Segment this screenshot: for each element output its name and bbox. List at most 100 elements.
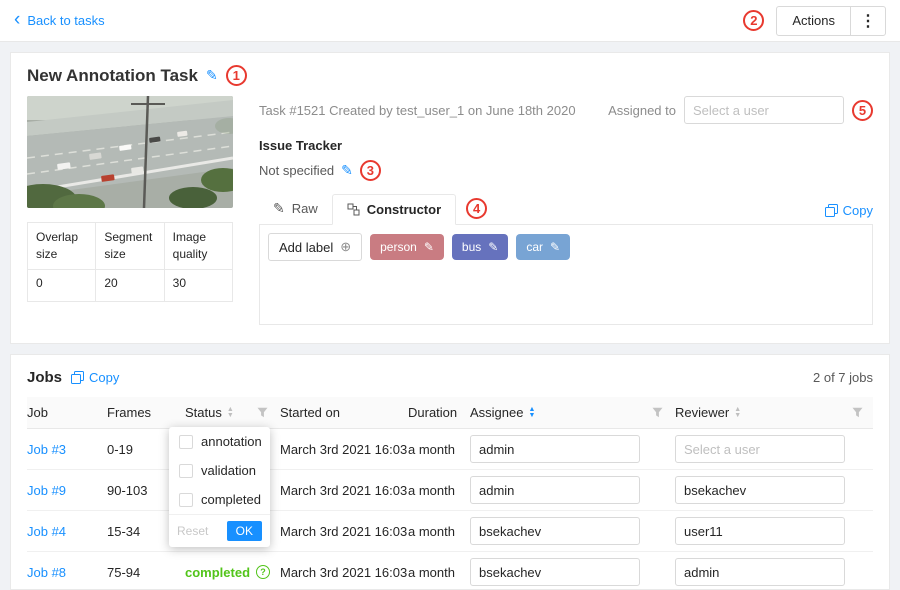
annotation-circle-4: 4 [466, 198, 487, 219]
chevron-left-icon: ‹ [14, 10, 20, 29]
frames-cell: 75-94 [107, 565, 185, 580]
copy-icon [825, 204, 838, 217]
assignee-cell [470, 558, 675, 586]
edit-issue-tracker-icon[interactable]: ✎ [341, 162, 353, 179]
reviewer-input[interactable] [675, 476, 845, 504]
copy-jobs-link[interactable]: Copy [71, 370, 119, 385]
task-thumbnail [27, 96, 233, 208]
assignee-input[interactable] [470, 435, 640, 463]
actions-button[interactable]: Actions ⋮ [776, 6, 886, 36]
assignee-input[interactable] [470, 558, 640, 586]
column-header-frames: Frames [107, 405, 185, 420]
reviewer-input[interactable] [675, 517, 845, 545]
assignee-input[interactable] [470, 476, 640, 504]
task-details-card: New Annotation Task ✎ 1 [10, 52, 890, 344]
column-label: Frames [107, 405, 151, 420]
top-bar: ‹ Back to tasks 2 Actions ⋮ [0, 0, 900, 42]
jobs-title: Jobs [27, 369, 62, 386]
issue-tracker-value: Not specified [259, 163, 334, 178]
assigned-to-label: Assigned to [608, 103, 676, 118]
tab-constructor[interactable]: Constructor [332, 194, 456, 225]
more-menu-icon[interactable]: ⋮ [851, 7, 885, 35]
annotation-circle-3: 3 [360, 160, 381, 181]
started-cell: March 3rd 2021 16:03 [280, 483, 408, 498]
edit-label-icon[interactable]: ✎ [550, 240, 560, 254]
issue-tracker-value-row: Not specified ✎ 3 [259, 160, 873, 181]
assignee-input[interactable] [470, 517, 640, 545]
job-row-8: Job #8 75-94 completed ? March 3rd 2021 … [27, 552, 873, 590]
question-circle-icon[interactable]: ? [256, 565, 270, 579]
status-text: completed [185, 565, 250, 580]
job-row-9: Job #9 90-103 March 3rd 2021 16:03 a mon… [27, 470, 873, 511]
add-label-button[interactable]: Add label ⊕ [268, 233, 362, 261]
filter-option-label: validation [201, 463, 256, 478]
label-chip-person[interactable]: person ✎ [370, 234, 444, 260]
label-chip-car[interactable]: car ✎ [516, 234, 570, 260]
task-meta-text: Task #1521 Created by test_user_1 on Jun… [259, 103, 576, 118]
started-cell: March 3rd 2021 16:03 [280, 442, 408, 457]
column-label: Started on [280, 405, 340, 420]
filter-option-completed[interactable]: completed [169, 485, 270, 514]
column-header-reviewer[interactable]: Reviewer ▲▼ [675, 405, 875, 420]
param-value-overlap: 0 [28, 269, 96, 301]
param-value-quality: 30 [164, 269, 232, 301]
params-value-row: 0 20 30 [28, 269, 233, 301]
filter-icon[interactable] [852, 407, 863, 418]
jobs-card: Jobs Copy 2 of 7 jobs Job Frames [10, 354, 890, 590]
column-header-duration: Duration [408, 405, 470, 420]
column-header-status[interactable]: Status ▲▼ [185, 405, 280, 420]
assignee-cell [470, 517, 675, 545]
back-to-tasks-link[interactable]: ‹ Back to tasks [14, 12, 105, 29]
edit-label-icon[interactable]: ✎ [424, 240, 434, 254]
reviewer-input[interactable] [675, 558, 845, 586]
label-chip-person-name: person [380, 240, 417, 254]
filter-icon[interactable] [652, 407, 663, 418]
job-row-3: Job #3 0-19 March 3rd 2021 16:03 a month [27, 429, 873, 470]
reviewer-cell [675, 435, 875, 463]
labels-tabs-row: ✎ Raw Constructor 4 [259, 193, 873, 225]
column-label: Status [185, 405, 222, 420]
column-label: Job [27, 405, 48, 420]
actions-button-label: Actions [777, 7, 850, 35]
sort-icon[interactable]: ▲▼ [227, 407, 234, 419]
pencil-icon: ✎ [273, 200, 285, 217]
edit-title-icon[interactable]: ✎ [206, 67, 218, 84]
checkbox[interactable] [179, 493, 193, 507]
labels-constructor-panel: Add label ⊕ person ✎ bus ✎ car ✎ [259, 225, 873, 325]
sort-icon[interactable]: ▲▼ [734, 407, 741, 419]
annotation-circle-1: 1 [226, 65, 247, 86]
column-header-assignee[interactable]: Assignee ▲▼ [470, 405, 675, 420]
reviewer-input[interactable] [675, 435, 845, 463]
label-chip-bus[interactable]: bus ✎ [452, 234, 508, 260]
filter-option-annotation[interactable]: annotation [169, 427, 270, 456]
filter-option-validation[interactable]: validation [169, 456, 270, 485]
column-label: Duration [408, 405, 457, 420]
top-bar-right: 2 Actions ⋮ [743, 6, 886, 36]
job-link[interactable]: Job #9 [27, 483, 107, 498]
job-link[interactable]: Job #8 [27, 565, 107, 580]
label-chip-car-name: car [526, 240, 543, 254]
task-params-table: Overlap size Segment size Image quality … [27, 222, 233, 302]
tab-raw[interactable]: ✎ Raw [259, 193, 332, 224]
task-assignee-input[interactable] [684, 96, 844, 124]
job-link[interactable]: Job #3 [27, 442, 107, 457]
copy-labels-link[interactable]: Copy [825, 203, 873, 224]
filter-reset-button[interactable]: Reset [177, 524, 208, 538]
filter-icon[interactable] [257, 407, 268, 418]
back-to-tasks-label: Back to tasks [27, 13, 104, 28]
checkbox[interactable] [179, 464, 193, 478]
jobs-header: Jobs Copy 2 of 7 jobs [27, 365, 873, 389]
filter-footer: Reset OK [169, 514, 270, 547]
reviewer-cell [675, 558, 875, 586]
checkbox[interactable] [179, 435, 193, 449]
job-link[interactable]: Job #4 [27, 524, 107, 539]
status-cell-completed: completed ? [185, 565, 280, 580]
filter-option-label: completed [201, 492, 261, 507]
column-label: Assignee [470, 405, 523, 420]
reviewer-cell [675, 517, 875, 545]
sort-icon-active[interactable]: ▲▼ [528, 407, 535, 419]
edit-label-icon[interactable]: ✎ [488, 240, 498, 254]
column-label: Reviewer [675, 405, 729, 420]
filter-ok-button[interactable]: OK [227, 521, 262, 541]
copy-icon [71, 371, 84, 384]
